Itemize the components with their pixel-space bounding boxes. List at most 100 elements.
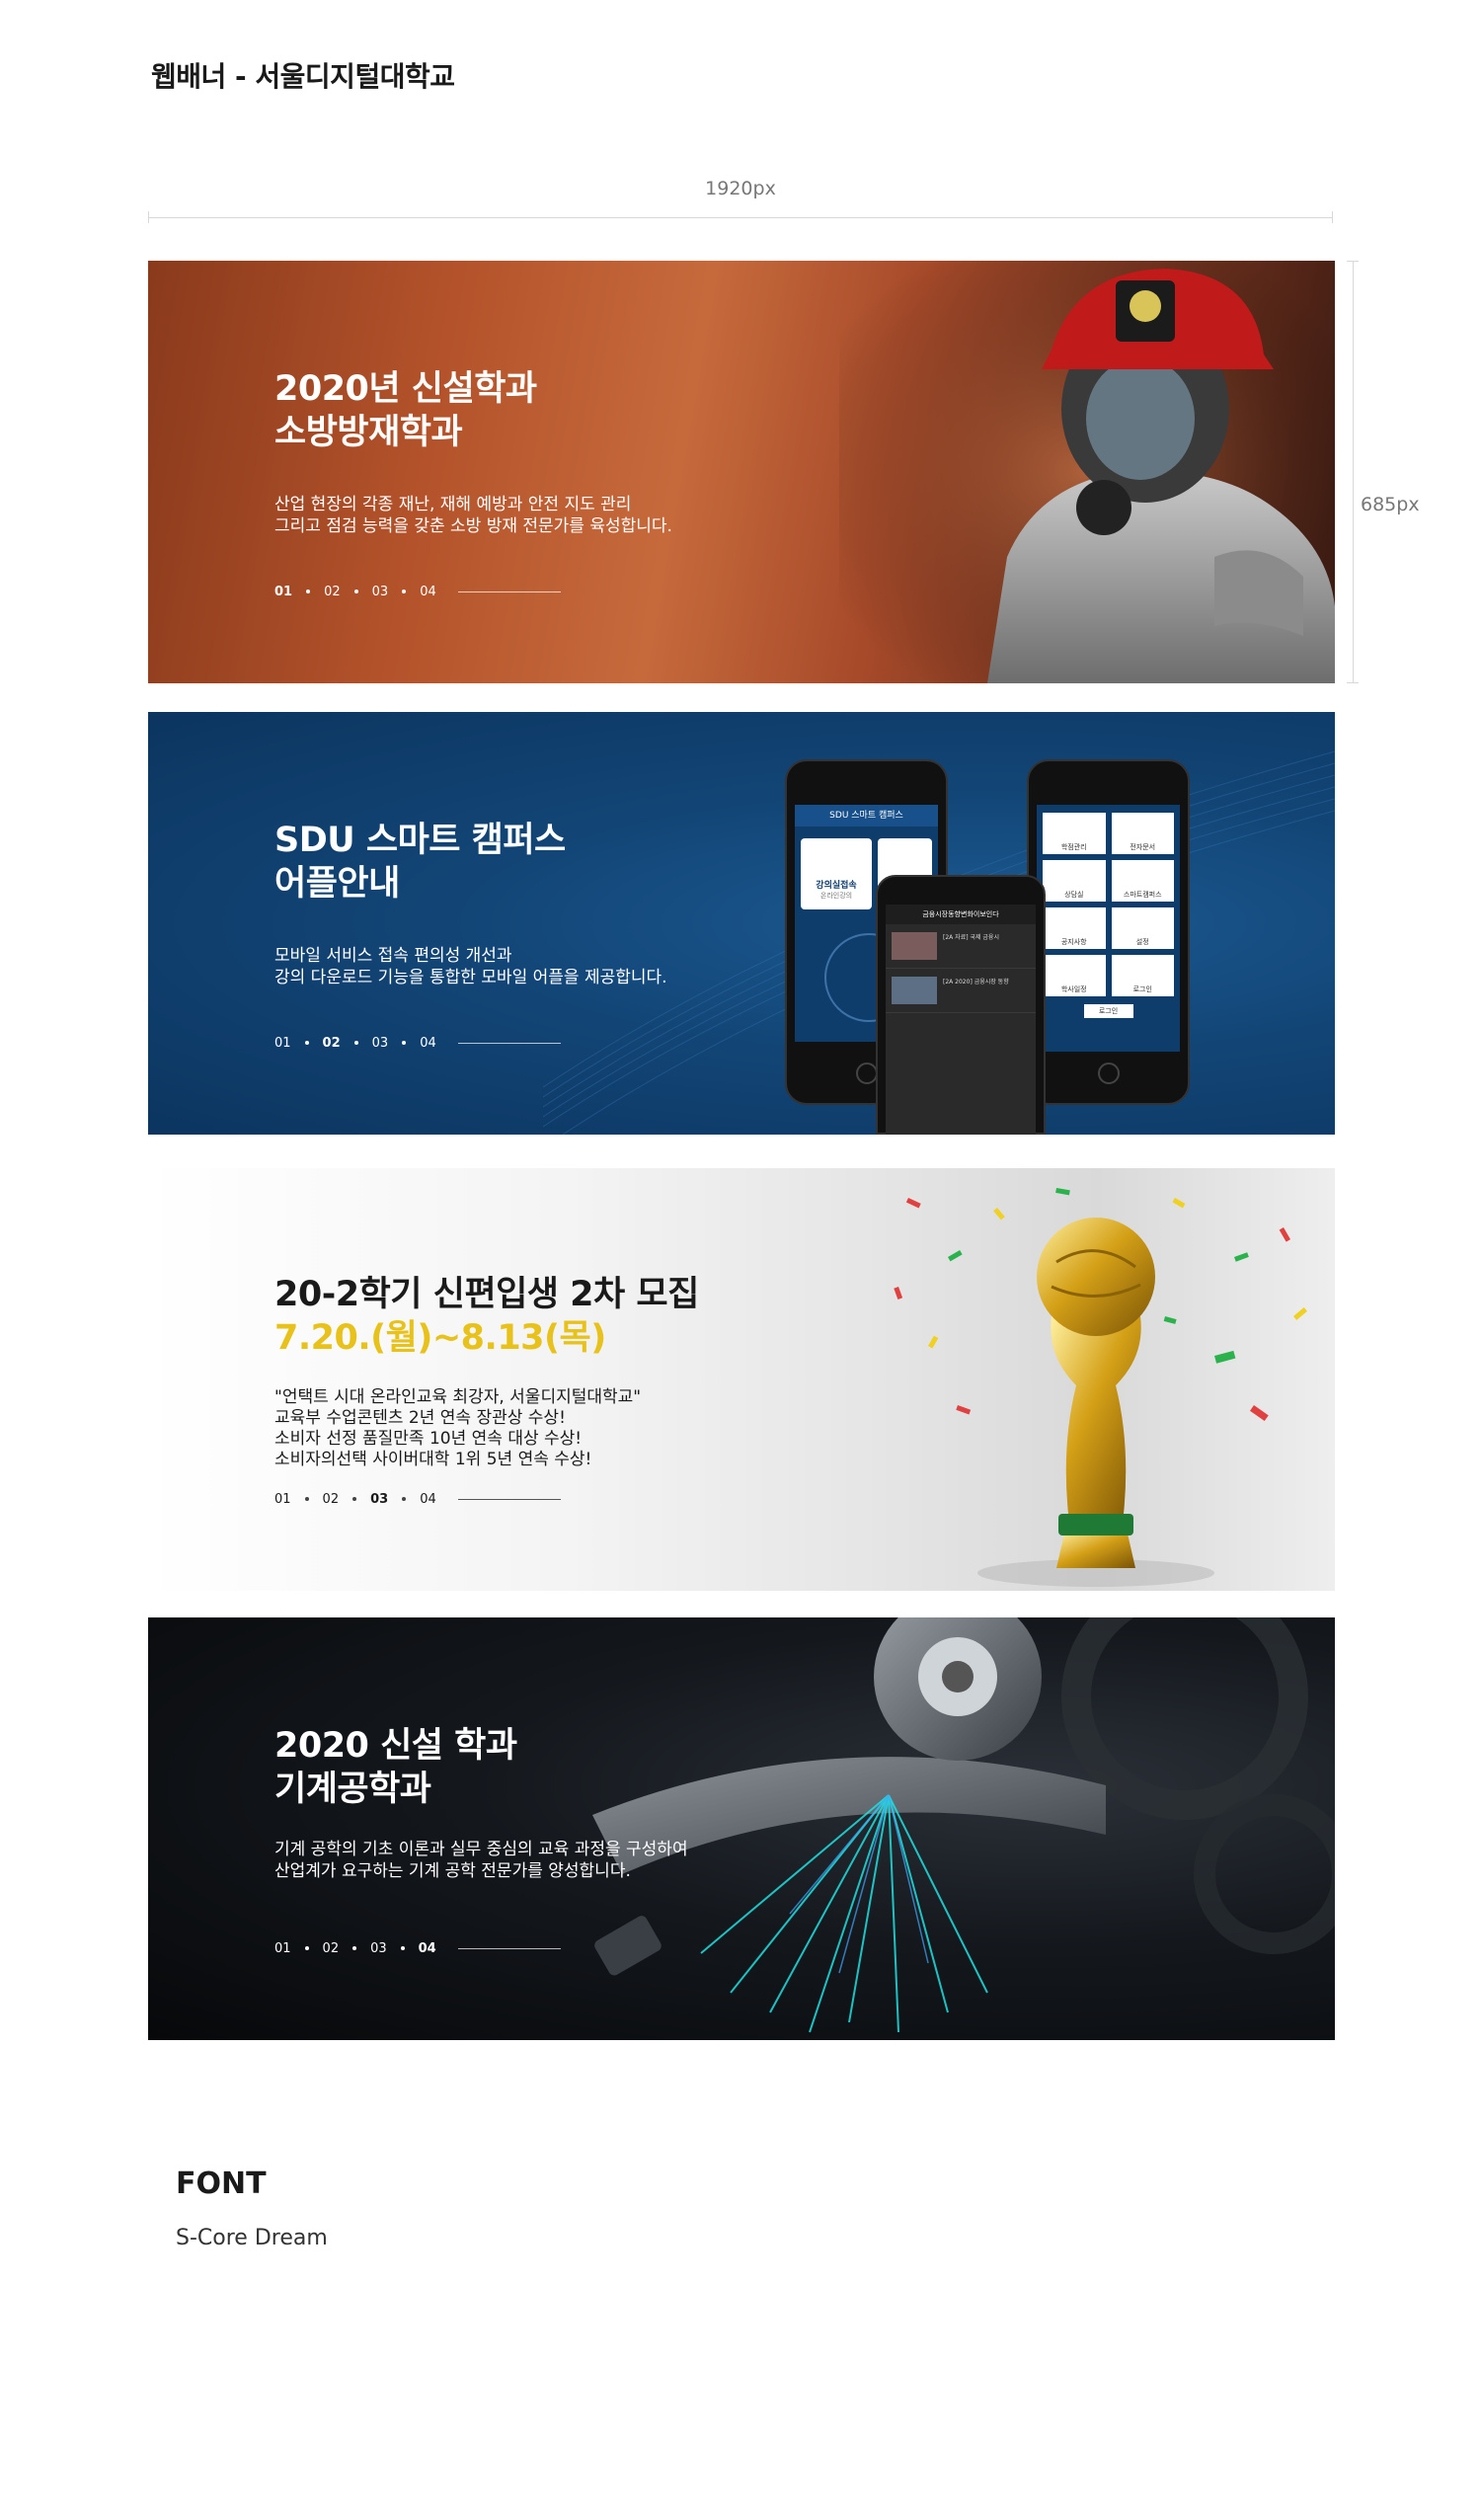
- banner-mechanical-engineering[interactable]: 2020 신설 학과 기계공학과 기계 공학의 기초 이론과 실무 중심의 교육…: [148, 1617, 1335, 2040]
- phone-tile-lecture: 강의실접속 온라인강의: [801, 838, 872, 909]
- width-line: [148, 217, 1333, 218]
- pager-item[interactable]: 04: [420, 585, 436, 599]
- pager-item[interactable]: 02: [324, 585, 341, 599]
- phone-login-button: 로그인: [1083, 1004, 1133, 1018]
- banner-subtitle-line: 산업 현장의 각종 재난, 재해 예방과 안전 지도 관리: [274, 495, 632, 514]
- pager-item[interactable]: 01: [274, 1036, 291, 1051]
- phone-mockup-lecture: 금융시장동향변화이보인다 [2A 자료] 국제 금융시 [2A 2020] 금융…: [876, 875, 1046, 1135]
- phone-tile-label: 강의실접속: [816, 881, 857, 891]
- banner-title: 20-2학기 신편입생 2차 모집 7.20.(월)~8.13(목): [274, 1273, 699, 1360]
- pager-dot: [402, 1497, 407, 1501]
- phone-list-item: [2A 자료] 국제 금융시: [886, 924, 1036, 969]
- slide-pager: 01 02 03 04: [274, 1490, 561, 1508]
- slide-pager: 01 02 03 04: [274, 1939, 561, 1957]
- banner-subtitle-line: 기계 공학의 기초 이론과 실무 중심의 교육 과정을 구성하여: [274, 1840, 688, 1859]
- phone-menu-tile: 스마트캠퍼스: [1111, 860, 1174, 902]
- banner-subtitle-line: 모바일 서비스 접속 편의성 개선과: [274, 946, 512, 966]
- pager-item[interactable]: 01: [274, 1941, 291, 1956]
- phone-screen: 학점관리 전자문서 상담실 스마트캠퍼스 공지사항 설정 학사일정 로그인 로그…: [1037, 805, 1180, 1052]
- pager-item[interactable]: 02: [323, 1036, 341, 1051]
- banner-smart-campus[interactable]: SDU 스마트 캠퍼스 강의실접속 온라인강의 학점관리 전자문서 상담실 스마…: [148, 712, 1335, 1135]
- width-tick-left: [148, 211, 149, 223]
- pager-item[interactable]: 01: [274, 585, 292, 599]
- banner-subtitle: "언택트 시대 온라인교육 최강자, 서울디지털대학교" 교육부 수업콘텐츠 2…: [274, 1387, 641, 1470]
- banner-title: 2020년 신설학과 소방방재학과: [274, 367, 537, 454]
- phone-thumbnail: [892, 977, 937, 1004]
- phone-mockup-menu: 학점관리 전자문서 상담실 스마트캠퍼스 공지사항 설정 학사일정 로그인 로그…: [1027, 759, 1190, 1105]
- pager-progress-bar: [457, 1042, 561, 1044]
- height-line: [1353, 261, 1354, 683]
- banner-title-line: 소방방재학과: [274, 413, 463, 452]
- phone-app-header: 금융시장동향변화이보인다: [886, 905, 1036, 924]
- banner-subtitle-line: "언택트 시대 온라인교육 최강자, 서울디지털대학교": [274, 1387, 642, 1407]
- banner-subtitle-line: 그리고 점검 능력을 갖춘 소방 방재 전문가를 육성합니다.: [274, 516, 672, 536]
- phone-list-text: [2A 자료] 국제 금융시: [943, 934, 999, 941]
- pager-item[interactable]: 04: [419, 1941, 436, 1956]
- banner-subtitle: 산업 현장의 각종 재난, 재해 예방과 안전 지도 관리 그리고 점검 능력을…: [274, 494, 672, 537]
- trophy-confetti-illustration: [894, 1188, 1307, 1587]
- banner-subtitle-line: 소비자 선정 품질만족 10년 연속 대상 수상!: [274, 1429, 583, 1449]
- pager-item[interactable]: 03: [372, 1036, 389, 1051]
- slide-pager: 01 02 03 04: [274, 583, 561, 600]
- gear-sparks-illustration: [592, 1617, 1335, 2033]
- banner-fire-safety[interactable]: 2020년 신설학과 소방방재학과 산업 현장의 각종 재난, 재해 예방과 안…: [148, 261, 1335, 683]
- firefighter-illustration: [839, 261, 1335, 683]
- pager-dot: [352, 1497, 357, 1501]
- phone-menu-tile: 상담실: [1043, 860, 1106, 902]
- phone-menu-tile: 학사일정: [1043, 955, 1106, 996]
- pager-dot: [353, 590, 358, 593]
- phone-thumbnail: [892, 932, 937, 960]
- height-tick-top: [1347, 261, 1359, 262]
- width-tick-right: [1332, 211, 1333, 223]
- phone-tile-sublabel: 온라인강의: [819, 892, 853, 900]
- banner-subtitle: 기계 공학의 기초 이론과 실무 중심의 교육 과정을 구성하여 산업계가 요구…: [274, 1839, 688, 1882]
- pager-item[interactable]: 04: [420, 1036, 436, 1051]
- phone-list-item: [2A 2020] 금융시장 동향: [886, 969, 1036, 1013]
- phone-menu-tile: 전자문서: [1111, 813, 1174, 854]
- pager-item[interactable]: 01: [274, 1492, 291, 1507]
- width-label: 1920px: [705, 178, 776, 199]
- pager-item[interactable]: 02: [323, 1492, 340, 1507]
- width-dimension: 1920px: [148, 178, 1333, 223]
- pager-dot: [402, 590, 407, 593]
- phone-app-header: SDU 스마트 캠퍼스: [795, 805, 938, 827]
- banner-subtitle-line: 교육부 수업콘텐츠 2년 연속 장관상 수상!: [274, 1408, 566, 1428]
- pager-item[interactable]: 04: [420, 1492, 436, 1507]
- pager-item[interactable]: 03: [370, 1941, 387, 1956]
- phone-menu-tile: 공지사항: [1043, 907, 1106, 949]
- phone-menu-grid: 학점관리 전자문서 상담실 스마트캠퍼스 공지사항 설정 학사일정 로그인: [1043, 813, 1174, 996]
- pager-item[interactable]: 02: [323, 1941, 340, 1956]
- banner-title-line: 2020년 신설학과: [274, 369, 537, 409]
- pager-dot: [353, 1041, 358, 1045]
- height-dimension: 685px: [1347, 261, 1445, 683]
- banner-title-line: 2020 신설 학과: [274, 1726, 517, 1766]
- pager-dot: [352, 1946, 357, 1950]
- phone-home-button: [1098, 1063, 1120, 1084]
- banner-date-highlight: 7.20.(월)~8.13(목): [274, 1318, 606, 1358]
- banner-title-line: SDU 스마트 캠퍼스: [274, 821, 566, 860]
- banner-subtitle-line: 강의 다운로드 기능을 통합한 모바일 어플을 제공합니다.: [274, 968, 667, 987]
- banner-admissions[interactable]: 20-2학기 신편입생 2차 모집 7.20.(월)~8.13(목) "언택트 …: [148, 1168, 1335, 1591]
- font-name: S-Core Dream: [176, 2226, 328, 2250]
- pager-dot: [306, 590, 311, 593]
- pager-item[interactable]: 03: [372, 585, 389, 599]
- banner-subtitle: 모바일 서비스 접속 편의성 개선과 강의 다운로드 기능을 통합한 모바일 어…: [274, 945, 667, 988]
- banner-subtitle-line: 산업계가 요구하는 기계 공학 전문가를 양성합니다.: [274, 1861, 631, 1881]
- pager-dot: [304, 1041, 309, 1045]
- phone-menu-tile: 학점관리: [1043, 813, 1106, 854]
- pager-progress-bar: [457, 1498, 561, 1500]
- phone-list-text: [2A 2020] 금융시장 동향: [943, 979, 1009, 985]
- phone-menu-tile: 설정: [1111, 907, 1174, 949]
- banner-title-line: 어플안내: [274, 864, 400, 904]
- pager-dot: [304, 1497, 309, 1501]
- height-label: 685px: [1361, 494, 1420, 515]
- phone-home-button: [856, 1063, 878, 1084]
- phone-screen: 금융시장동향변화이보인다 [2A 자료] 국제 금융시 [2A 2020] 금융…: [886, 905, 1036, 1135]
- height-tick-bottom: [1347, 682, 1359, 683]
- banner-title: 2020 신설 학과 기계공학과: [274, 1724, 517, 1811]
- pager-item[interactable]: 03: [370, 1492, 388, 1507]
- pager-progress-bar: [457, 591, 561, 592]
- banner-subtitle-line: 소비자의선택 사이버대학 1위 5년 연속 수상!: [274, 1450, 592, 1469]
- font-heading: FONT: [176, 2166, 267, 2201]
- pager-dot: [400, 1946, 405, 1950]
